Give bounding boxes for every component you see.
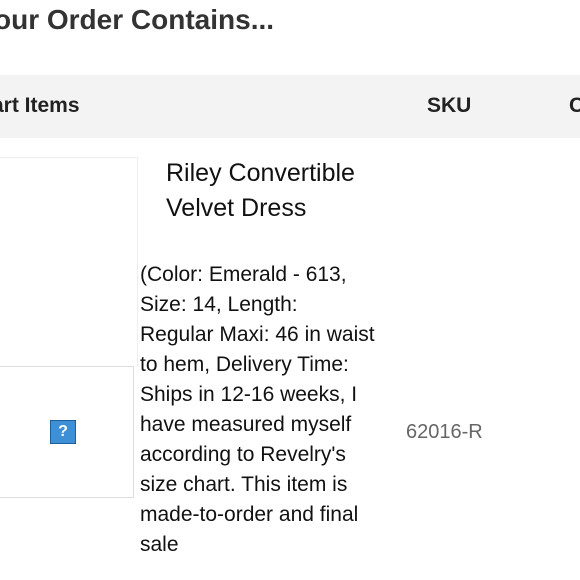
- product-sku: 62016-R: [406, 421, 483, 443]
- column-header-cart-items: art Items: [0, 94, 80, 117]
- product-name-link[interactable]: Riley Convertible Velvet Dress: [166, 156, 356, 226]
- product-thumbnail-frame: [0, 157, 138, 367]
- product-options-description: (Color: Emerald - 613, Size: 14, Length:…: [140, 263, 375, 556]
- table-header-bar: [0, 75, 580, 138]
- order-contains-heading: our Order Contains...: [0, 4, 275, 35]
- column-header-next: C: [569, 94, 580, 117]
- column-header-sku: SKU: [427, 94, 472, 117]
- broken-image-question-icon: ?: [50, 420, 76, 444]
